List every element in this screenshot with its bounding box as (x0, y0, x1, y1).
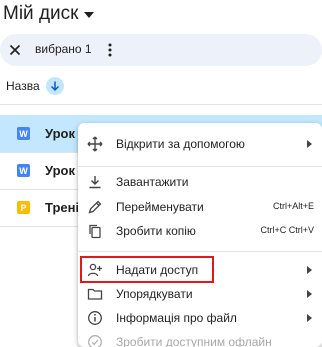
move-arrows-icon (87, 136, 103, 152)
menu-item-label: Зробити копію (116, 224, 196, 238)
menu-item-label: Перейменувати (116, 200, 204, 214)
menu-item-label: Зробити доступним офлайн (116, 335, 272, 347)
folder-icon (87, 288, 103, 300)
share-highlight-box (80, 256, 214, 283)
info-icon (88, 311, 102, 325)
list-divider (0, 104, 322, 105)
context-menu: Відкрити за допомогою Завантажити Перейм… (78, 123, 322, 347)
menu-item-download[interactable]: Завантажити (78, 168, 322, 196)
docs-file-icon: W (17, 127, 30, 140)
menu-item-label: Відкрити за допомогою (116, 137, 245, 151)
menu-item-label: Завантажити (116, 175, 189, 189)
menu-divider (78, 166, 322, 167)
menu-item-label: Упорядкувати (116, 287, 193, 301)
slides-file-icon: P (17, 201, 30, 214)
menu-divider (78, 251, 322, 252)
menu-item-make-offline: Зробити доступним офлайн (78, 328, 322, 347)
offline-check-icon (88, 335, 102, 347)
chevron-right-icon (307, 266, 312, 274)
pencil-icon (88, 200, 102, 214)
arrow-down-icon[interactable] (45, 77, 64, 95)
chevron-right-icon (307, 314, 312, 322)
menu-item-shortcut: Ctrl+C Ctrl+V (260, 225, 314, 235)
page-title[interactable]: Мій диск (3, 1, 95, 27)
menu-item-label: Інформація про файл (116, 311, 237, 325)
close-icon[interactable] (7, 42, 23, 58)
chevron-right-icon (307, 140, 312, 148)
download-icon (89, 176, 101, 189)
page-title-text: Мій диск (3, 3, 79, 24)
sort-by-name[interactable]: Назва (6, 77, 64, 95)
menu-item-make-copy[interactable]: Зробити копію Ctrl+C Ctrl+V (78, 217, 322, 245)
menu-item-open-with[interactable]: Відкрити за допомогою (78, 130, 322, 158)
chevron-down-icon[interactable] (84, 12, 95, 18)
selection-toolbar: вибрано 1 (0, 34, 322, 66)
sort-label: Назва (6, 79, 40, 93)
more-vert-icon[interactable] (105, 41, 115, 59)
selection-count: вибрано 1 (35, 42, 92, 56)
menu-item-shortcut: Ctrl+Alt+E (272, 201, 314, 211)
docs-file-icon: W (17, 164, 30, 177)
chevron-right-icon (307, 290, 312, 298)
copy-icon (89, 224, 101, 239)
